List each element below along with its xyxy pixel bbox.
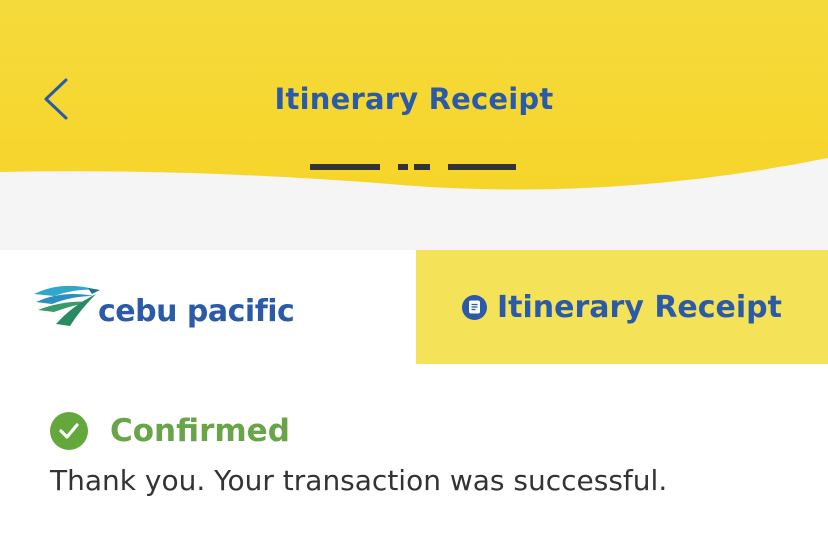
airline-logo: cebu pacific: [0, 250, 416, 364]
page-title: Itinerary Receipt: [274, 82, 554, 116]
status-label: Confirmed: [110, 413, 290, 449]
partially-visible-content: [310, 164, 516, 170]
check-circle-icon: [50, 412, 88, 450]
tab-itinerary-receipt[interactable]: Itinerary Receipt: [416, 250, 828, 364]
document-icon: [462, 294, 487, 320]
app-header: Itinerary Receipt: [0, 0, 828, 200]
receipt-banner: cebu pacific Itinerary Receipt: [0, 250, 828, 370]
cebu-pacific-bird-logo: [34, 285, 100, 326]
tab-label: Itinerary Receipt: [497, 289, 782, 325]
logo-text: cebu pacific: [98, 294, 295, 329]
status-row: Confirmed: [50, 412, 290, 450]
status-message: Thank you. Your transaction was successf…: [50, 464, 668, 497]
receipt-content: Confirmed Thank you. Your transaction wa…: [0, 367, 828, 535]
